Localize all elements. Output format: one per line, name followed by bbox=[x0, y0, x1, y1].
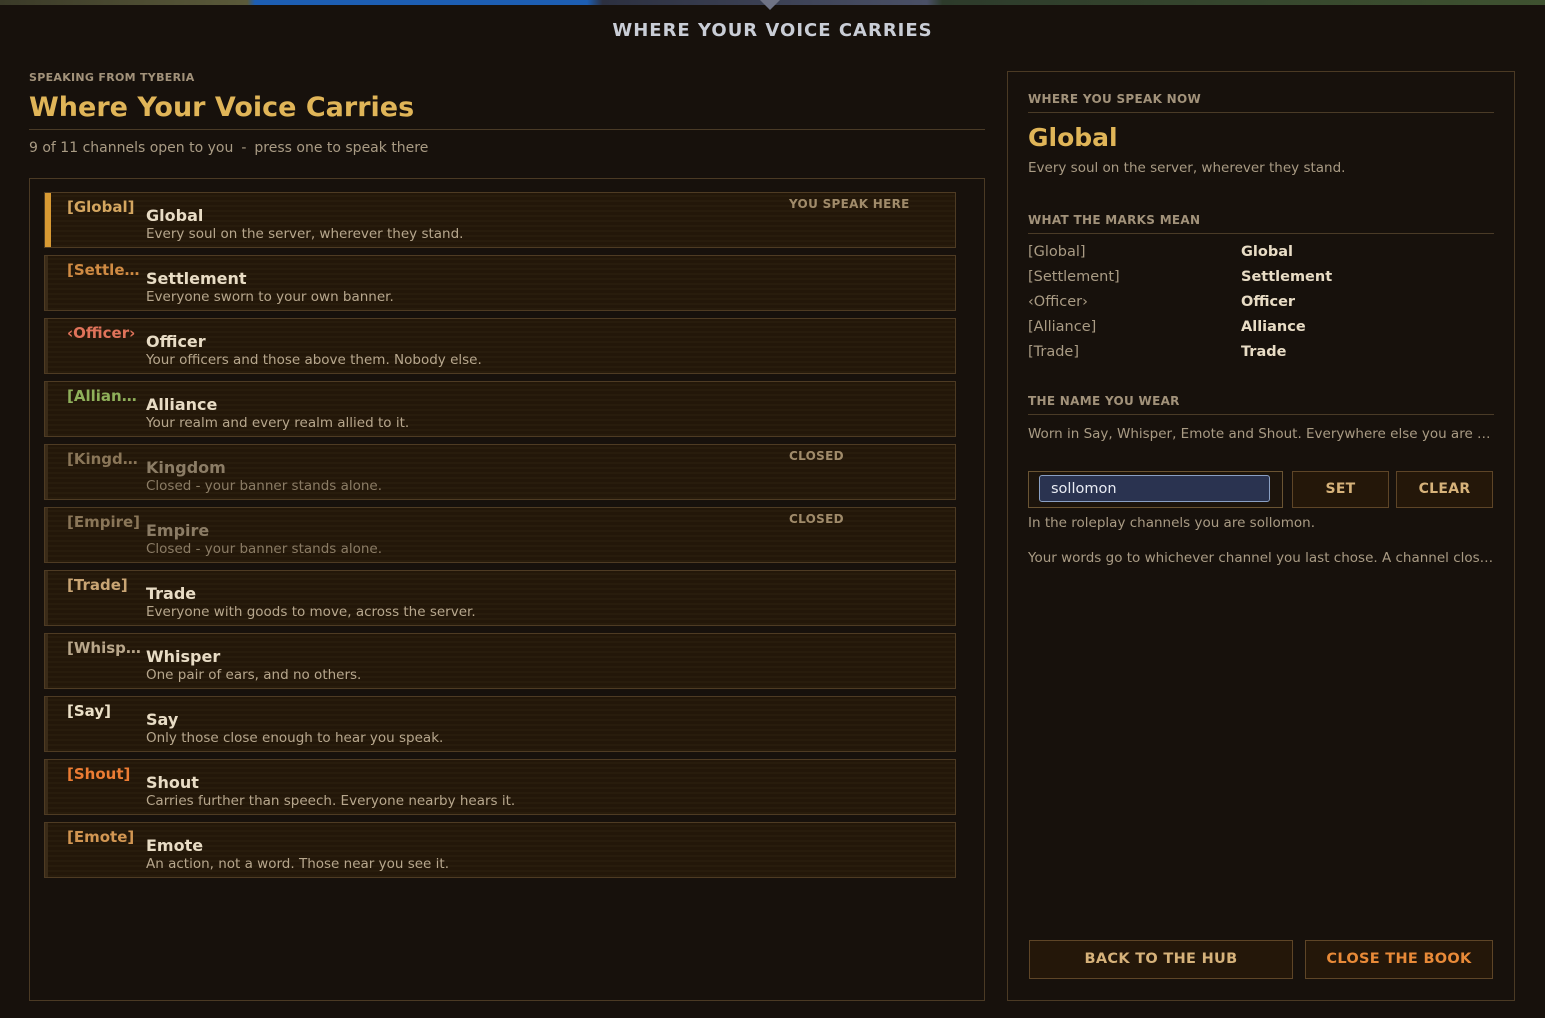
mark-symbol: ‹Officer› bbox=[1028, 294, 1088, 310]
channel-tag: [Settlement] bbox=[67, 261, 143, 279]
routing-note: Your words go to whichever channel you l… bbox=[1028, 550, 1494, 566]
channel-desc: Only those close enough to hear you spea… bbox=[146, 730, 444, 746]
channel-tag: ‹Officer› bbox=[67, 324, 136, 342]
channel-name: Trade bbox=[146, 584, 197, 603]
channel-name: Whisper bbox=[146, 647, 221, 666]
channel-name: Global bbox=[146, 206, 204, 225]
channel-tag: [Say] bbox=[67, 702, 111, 720]
channel-hint: press one to speak there bbox=[254, 140, 429, 156]
channel-row[interactable]: [Alliance] Alliance Your realm and every r… bbox=[44, 381, 956, 437]
channel-panel: SPEAKING FROM TYBERIA Where Your Voice C… bbox=[29, 71, 985, 156]
channel-name: Kingdom bbox=[146, 458, 226, 477]
channel-name: Alliance bbox=[146, 395, 218, 414]
channel-desc: Every soul on the server, wherever they … bbox=[146, 226, 464, 242]
channel-tag: [Whisper] bbox=[67, 639, 143, 657]
channel-desc: Carries further than speech. Everyone ne… bbox=[146, 793, 516, 809]
name-header: THE NAME YOU WEAR bbox=[1028, 394, 1494, 415]
channel-desc: Your realm and every realm allied to it. bbox=[146, 415, 410, 431]
mark-meaning: Global bbox=[1241, 244, 1293, 260]
name-field-frame bbox=[1028, 471, 1283, 508]
channel-row[interactable]: [Shout] Shout Carries further than speech.… bbox=[44, 759, 956, 815]
channel-row[interactable]: [Kingdom]KingdomClosed - your banner sta… bbox=[44, 444, 956, 500]
back-to-hub-button[interactable]: BACK TO THE HUB bbox=[1029, 940, 1293, 979]
channel-tag: [Kingdom] bbox=[67, 450, 143, 468]
channel-name: Say bbox=[146, 710, 179, 729]
current-channel-name: Global bbox=[1028, 123, 1118, 152]
channel-row[interactable]: [Emote] Emote An action, not a word. Those… bbox=[44, 822, 956, 878]
roleplay-name-note: In the roleplay channels you are sollomo… bbox=[1028, 515, 1315, 531]
channel-tag: [Empire] bbox=[67, 513, 141, 531]
channel-name: Settlement bbox=[146, 269, 247, 288]
details-panel: WHERE YOU SPEAK NOW Global Every soul on… bbox=[1007, 71, 1515, 1001]
ornament-icon bbox=[760, 0, 780, 10]
divider bbox=[29, 129, 985, 130]
mark-meaning: Trade bbox=[1241, 344, 1287, 360]
marks-header: WHAT THE MARKS MEAN bbox=[1028, 213, 1494, 234]
channel-name: Empire bbox=[146, 521, 210, 540]
channel-row[interactable]: [Say] Say Only those close enough to hear … bbox=[44, 696, 956, 752]
channel-tag: [Shout] bbox=[67, 765, 131, 783]
channel-row[interactable]: [Settlement]SettlementEveryone sworn to … bbox=[44, 255, 956, 311]
mark-symbol: [Global] bbox=[1028, 244, 1086, 260]
mark-symbol: [Trade] bbox=[1028, 344, 1080, 360]
channel-tag: [Alliance] bbox=[67, 387, 143, 405]
channel-row[interactable]: [Whisper] Whisper One pair of ears, and no… bbox=[44, 633, 956, 689]
channel-status-badge: YOU SPEAK HERE bbox=[789, 197, 910, 211]
roleplay-name-input[interactable] bbox=[1039, 475, 1270, 502]
channel-count: 9 of 11 channels open to you bbox=[29, 140, 234, 156]
channel-tag: [Global] bbox=[67, 198, 135, 216]
channel-desc: Closed - your banner stands alone. bbox=[146, 478, 383, 494]
mark-meaning: Settlement bbox=[1241, 269, 1333, 285]
mark-symbol: [Alliance] bbox=[1028, 319, 1097, 335]
channel-name: Shout bbox=[146, 773, 199, 792]
channel-desc: Your officers and those above them. Nobo… bbox=[146, 352, 482, 368]
channel-desc: Closed - your banner stands alone. bbox=[146, 541, 383, 557]
clear-name-button[interactable]: CLEAR bbox=[1396, 471, 1493, 508]
channel-status-badge: CLOSED bbox=[789, 512, 844, 526]
channel-desc: Everyone with goods to move, across the … bbox=[146, 604, 476, 620]
mark-row: ‹Officer› Officer bbox=[1028, 294, 1494, 319]
current-channel-desc: Every soul on the server, wherever they … bbox=[1028, 160, 1346, 176]
window-title: WHERE YOUR VOICE CARRIES bbox=[612, 20, 933, 41]
mark-meaning: Alliance bbox=[1241, 319, 1306, 335]
name-note: Worn in Say, Whisper, Emote and Shout. E… bbox=[1028, 426, 1494, 442]
channel-desc: Everyone sworn to your own banner. bbox=[146, 289, 394, 305]
channel-name: Emote bbox=[146, 836, 204, 855]
mark-row: [Global] Global bbox=[1028, 244, 1494, 269]
channel-desc: An action, not a word. Those near you se… bbox=[146, 856, 449, 872]
mark-meaning: Officer bbox=[1241, 294, 1296, 310]
channel-count-line: 9 of 11 channels open to you - press one t… bbox=[29, 140, 429, 156]
mark-row: [Trade] Trade bbox=[1028, 344, 1494, 369]
channel-tag: [Trade] bbox=[67, 576, 128, 594]
channel-row[interactable]: ‹Officer› Officer Your officers and those … bbox=[44, 318, 956, 374]
page-title: Where Your Voice Carries bbox=[29, 92, 415, 123]
marks-legend: [Global] Global [Settlement] Settlement ‹Off… bbox=[1028, 244, 1494, 369]
mark-row: [Alliance] Alliance bbox=[1028, 319, 1494, 344]
now-header: WHERE YOU SPEAK NOW bbox=[1028, 92, 1494, 113]
close-book-button[interactable]: CLOSE THE BOOK bbox=[1305, 940, 1493, 979]
channel-desc: One pair of ears, and no others. bbox=[146, 667, 362, 683]
channel-name: Officer bbox=[146, 332, 206, 351]
mark-row: [Settlement] Settlement bbox=[1028, 269, 1494, 294]
mark-symbol: [Settlement] bbox=[1028, 269, 1120, 285]
channel-tag: [Emote] bbox=[67, 828, 135, 846]
channel-row[interactable]: [Trade] Trade Everyone with goods to move,… bbox=[44, 570, 956, 626]
channel-list: [Global] Global Every soul on the server, … bbox=[29, 178, 985, 1001]
channel-row[interactable]: [Global] Global Every soul on the server, … bbox=[44, 192, 956, 248]
set-name-button[interactable]: SET bbox=[1292, 471, 1389, 508]
channel-row[interactable]: [Empire] Empire Closed - your banner stand… bbox=[44, 507, 956, 563]
channel-status-badge: CLOSED bbox=[789, 449, 844, 463]
location-eyebrow: SPEAKING FROM TYBERIA bbox=[29, 71, 195, 84]
